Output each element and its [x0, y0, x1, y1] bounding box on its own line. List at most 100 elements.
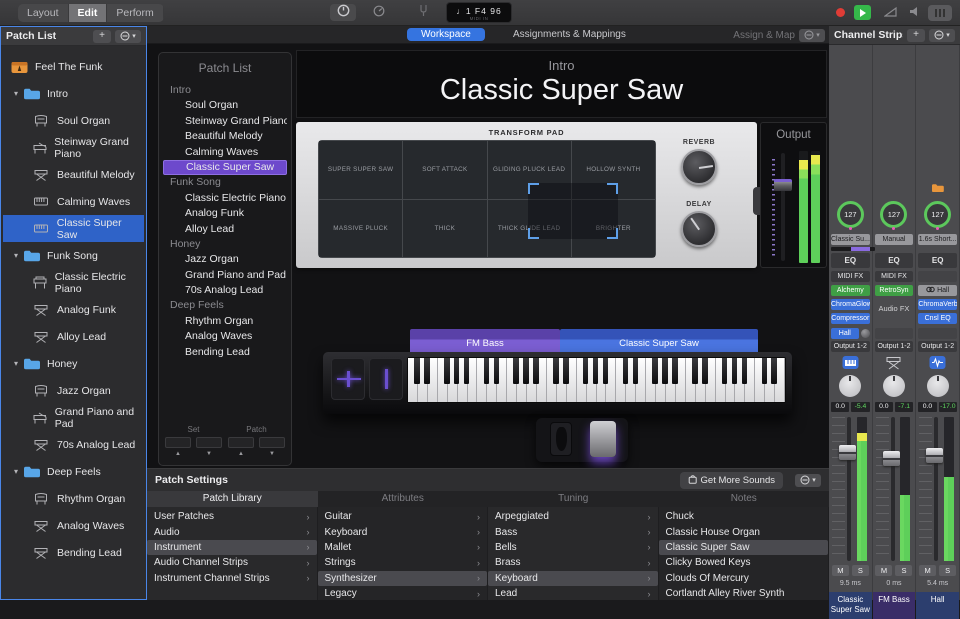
sidebar-item-funk-song[interactable]: ▾Funk Song: [3, 242, 144, 269]
white-key[interactable]: [755, 358, 765, 402]
pan-knob[interactable]: [875, 375, 914, 397]
tab-workspace[interactable]: Workspace: [407, 28, 485, 41]
library-item-lead[interactable]: Lead›: [488, 586, 658, 600]
sidebar-item-alloy-lead[interactable]: Alloy Lead: [3, 323, 144, 350]
fader-handle[interactable]: [839, 445, 856, 460]
library-item-synthesizer[interactable]: Synthesizer›: [318, 571, 488, 586]
memory-gauge-button[interactable]: [368, 4, 390, 21]
eq-slot[interactable]: EQ: [918, 253, 957, 268]
sidebar-item-analog-funk[interactable]: Analog Funk: [3, 296, 144, 323]
master-mute-button[interactable]: [905, 4, 923, 21]
library-item-instrument-channel-strips[interactable]: Instrument Channel Strips›: [147, 571, 317, 586]
master-level-button[interactable]: [880, 4, 900, 21]
record-button[interactable]: [832, 4, 848, 21]
velocity-knob[interactable]: 127: [831, 201, 870, 228]
library-item-user-patches[interactable]: User Patches›: [147, 509, 317, 524]
instrument-slot[interactable]: RetroSyn: [875, 285, 914, 296]
audio-fx-slot-2[interactable]: Cnsl EQ: [918, 313, 957, 324]
library-item-brass[interactable]: Brass›: [488, 555, 658, 570]
sidebar-item-honey[interactable]: ▾Honey: [3, 350, 144, 377]
sidebar-item-deep-feels[interactable]: ▾Deep Feels: [3, 458, 144, 485]
channel-strips-action-menu[interactable]: ▾: [929, 29, 955, 42]
audio-fx-slot-1[interactable]: ChromaGlow: [831, 299, 870, 310]
white-key[interactable]: [438, 358, 448, 402]
tab-attributes[interactable]: Attributes: [318, 491, 489, 507]
library-item-classic-super-saw[interactable]: Classic Super Saw: [659, 540, 829, 555]
transform-pad-massive-pluck[interactable]: MASSIVE PLUCK: [319, 200, 402, 258]
perform-mode-button[interactable]: Perform: [107, 4, 163, 22]
black-key[interactable]: [603, 358, 609, 384]
patch-item-analog-funk[interactable]: Analog Funk: [163, 206, 287, 221]
black-key[interactable]: [563, 358, 569, 384]
patch-item-analog-waves[interactable]: Analog Waves: [163, 329, 287, 344]
get-more-sounds-button[interactable]: Get More Sounds: [680, 472, 783, 489]
fader-handle[interactable]: [926, 448, 943, 463]
patch-item-bending-lead[interactable]: Bending Lead: [163, 345, 287, 360]
white-key[interactable]: [577, 358, 587, 402]
mute-button[interactable]: M: [832, 565, 849, 576]
mod-wheel[interactable]: [369, 358, 403, 400]
patch-set-honey[interactable]: Honey: [163, 237, 287, 252]
workspace-action-menu[interactable]: ▾: [799, 29, 825, 42]
solo-button[interactable]: S: [895, 565, 912, 576]
black-key[interactable]: [424, 358, 430, 384]
channel-strip-name[interactable]: FM Bass: [873, 592, 916, 619]
cpu-gauge-button[interactable]: [330, 4, 356, 21]
instrument-slot[interactable]: Alchemy: [831, 285, 870, 296]
library-item-mallet[interactable]: Mallet›: [318, 540, 488, 555]
patch-item-classic-super-saw[interactable]: Classic Super Saw: [163, 160, 287, 175]
fader-handle[interactable]: [883, 451, 900, 466]
velocity-knob[interactable]: 127: [918, 201, 957, 228]
white-key[interactable]: [587, 358, 597, 402]
tab-tuning[interactable]: Tuning: [488, 491, 659, 507]
patch-list-action-menu[interactable]: ▾: [115, 30, 141, 43]
black-key[interactable]: [593, 358, 599, 384]
transform-pad-selection[interactable]: [528, 183, 618, 239]
patch-item-classic-electric-piano[interactable]: Classic Electric Piano: [163, 191, 287, 206]
patch-item-70s-analog-lead[interactable]: 70s Analog Lead: [163, 283, 287, 298]
disclosure-chevron-icon[interactable]: ▾: [11, 89, 21, 98]
send-level-knob[interactable]: [861, 329, 870, 338]
library-item-bass[interactable]: Bass›: [488, 524, 658, 539]
black-key[interactable]: [652, 358, 658, 384]
white-key[interactable]: [547, 358, 557, 402]
tab-patch-library[interactable]: Patch Library: [147, 491, 318, 507]
black-key[interactable]: [464, 358, 470, 384]
send-destination[interactable]: Hall: [831, 328, 859, 339]
library-item-cortlandt-alley-river-synth[interactable]: Cortlandt Alley River Synth: [659, 586, 829, 600]
library-item-chuck[interactable]: Chuck: [659, 509, 829, 524]
play-button[interactable]: [852, 4, 872, 21]
patch-item-calming-waves[interactable]: Calming Waves: [163, 145, 287, 160]
library-item-legacy[interactable]: Legacy›: [318, 586, 488, 600]
patch-settings-action-menu[interactable]: ▾: [795, 474, 821, 487]
solo-button[interactable]: S: [852, 565, 869, 576]
library-item-classic-house-organ[interactable]: Classic House Organ: [659, 524, 829, 539]
sidebar-item-70s-analog-lead[interactable]: 70s Analog Lead: [3, 431, 144, 458]
white-key[interactable]: [507, 358, 517, 402]
black-key[interactable]: [742, 358, 748, 384]
set-prev-button[interactable]: [165, 437, 191, 448]
black-key[interactable]: [662, 358, 668, 384]
white-key[interactable]: [458, 358, 468, 402]
sustain-pedal[interactable]: [590, 421, 616, 457]
white-key[interactable]: [716, 358, 726, 402]
black-key[interactable]: [454, 358, 460, 384]
audio-fx-slot-2[interactable]: Compressor: [831, 313, 870, 324]
white-key[interactable]: [616, 358, 626, 402]
add-patch-button[interactable]: +: [93, 30, 111, 43]
black-key[interactable]: [762, 358, 768, 384]
output-fader-handle[interactable]: [774, 179, 792, 191]
sidebar-item-analog-waves[interactable]: Analog Waves: [3, 512, 144, 539]
sidebar-item-jazz-organ[interactable]: Jazz Organ: [3, 377, 144, 404]
patch-item-steinway-grand-piano[interactable]: Steinway Grand Piano: [163, 114, 287, 129]
black-key[interactable]: [533, 358, 539, 384]
black-key[interactable]: [771, 358, 777, 384]
output-slot[interactable]: Output 1-2: [918, 341, 957, 352]
black-key[interactable]: [444, 358, 450, 384]
send-slot[interactable]: Hall: [831, 328, 870, 339]
black-key[interactable]: [732, 358, 738, 384]
delay-knob[interactable]: [681, 211, 717, 247]
library-item-audio-channel-strips[interactable]: Audio Channel Strips›: [147, 555, 317, 570]
layer-bar-classic-super-saw[interactable]: Classic Super Saw: [560, 329, 758, 352]
expression-pedal[interactable]: [550, 422, 572, 456]
